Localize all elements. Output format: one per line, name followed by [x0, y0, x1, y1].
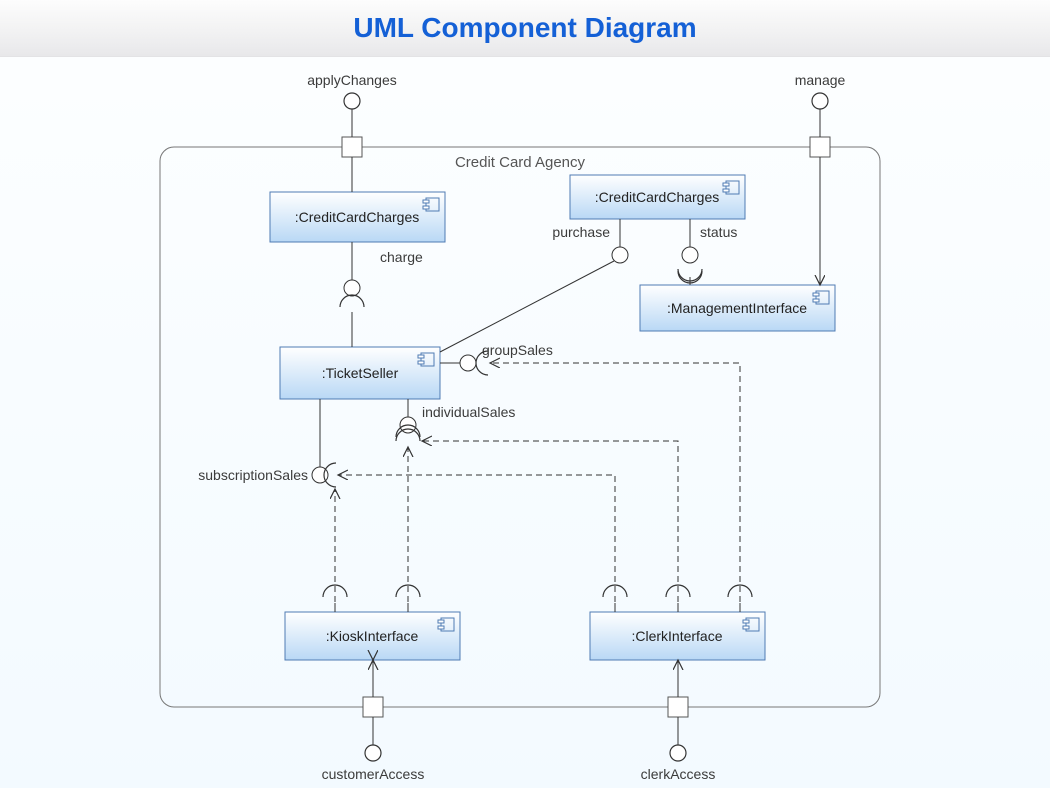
label-status: status	[700, 224, 737, 240]
svg-text::KioskInterface: :KioskInterface	[326, 628, 419, 644]
port-customer-access	[363, 697, 383, 717]
svg-text::ManagementInterface: :ManagementInterface	[667, 300, 807, 316]
label-clerk-access: clerkAccess	[641, 766, 716, 782]
label-group-sales: groupSales	[482, 342, 553, 358]
interface-group-sales	[460, 355, 476, 371]
diagram-canvas: Credit Card Agency applyChanges manage c…	[0, 57, 1050, 788]
port-manage	[810, 137, 830, 157]
component-clerk-interface: :ClerkInterface	[590, 612, 765, 660]
component-credit-card-charges-1: :CreditCardCharges	[270, 192, 445, 242]
port-apply-changes	[342, 137, 362, 157]
container-credit-card-agency	[160, 147, 880, 707]
label-charge: charge	[380, 249, 423, 265]
interface-customer-access	[365, 745, 381, 761]
interface-status	[682, 247, 698, 263]
interface-apply-changes	[344, 93, 360, 109]
component-ticket-seller: :TicketSeller	[280, 347, 440, 399]
container-label: Credit Card Agency	[455, 154, 586, 171]
port-clerk-access	[668, 697, 688, 717]
component-credit-card-charges-2: :CreditCardCharges	[570, 175, 745, 219]
socket-charge	[340, 295, 364, 307]
page-title: UML Component Diagram	[0, 0, 1050, 57]
component-management-interface: :ManagementInterface	[640, 285, 835, 331]
component-kiosk-interface: :KioskInterface	[285, 612, 460, 660]
label-manage: manage	[795, 72, 846, 88]
interface-clerk-access	[670, 745, 686, 761]
connector-seller-purchase	[440, 261, 614, 352]
interface-purchase	[612, 247, 628, 263]
interface-charge	[344, 280, 360, 296]
svg-text::ClerkInterface: :ClerkInterface	[631, 628, 722, 644]
dependency-clerk-individual	[422, 441, 678, 612]
label-customer-access: customerAccess	[322, 766, 425, 782]
dependency-clerk-subscription	[338, 475, 615, 612]
label-purchase: purchase	[552, 224, 610, 240]
svg-text::TicketSeller: :TicketSeller	[322, 365, 399, 381]
interface-manage	[812, 93, 828, 109]
svg-text::CreditCardCharges: :CreditCardCharges	[595, 189, 720, 205]
svg-text::CreditCardCharges: :CreditCardCharges	[295, 209, 420, 225]
label-apply-changes: applyChanges	[307, 72, 397, 88]
label-subscription-sales: subscriptionSales	[198, 467, 308, 483]
label-individual-sales: individualSales	[422, 404, 515, 420]
